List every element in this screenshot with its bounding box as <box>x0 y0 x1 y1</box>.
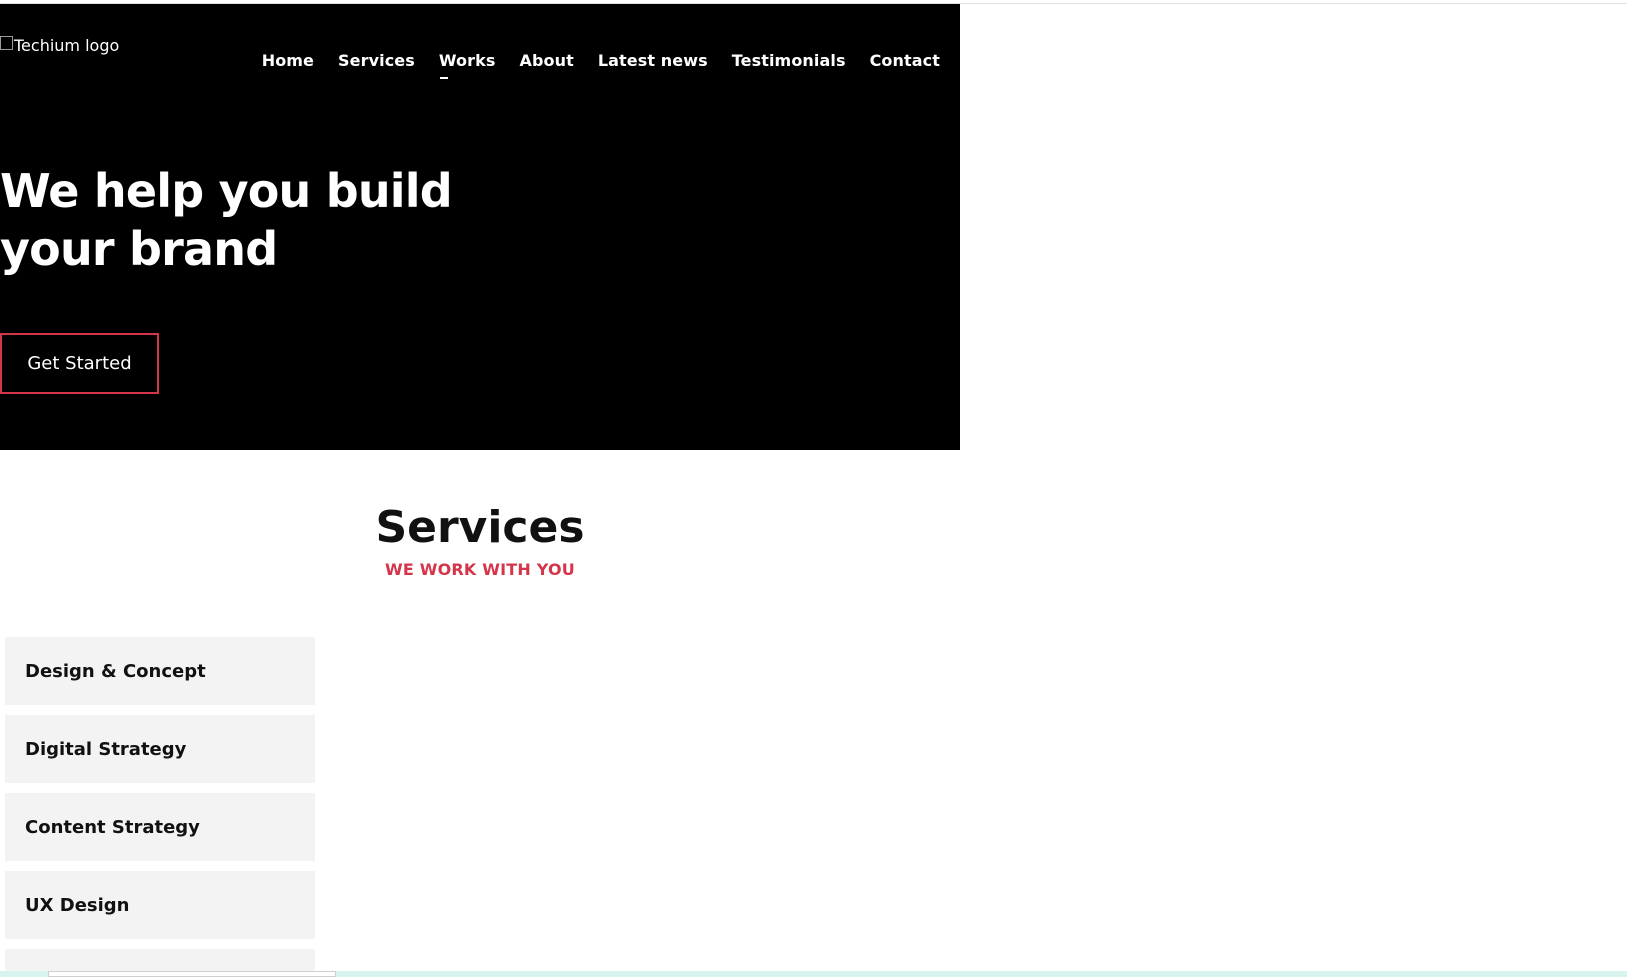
nav-item-home[interactable]: Home <box>262 51 314 70</box>
get-started-button[interactable]: Get Started <box>0 333 159 394</box>
nav-item-works[interactable]: Works <box>439 51 496 79</box>
broken-image-icon <box>0 35 13 50</box>
services-title: Services <box>375 502 585 553</box>
main-nav: Home Services Works About Latest news Te… <box>238 51 940 79</box>
nav-item-latest-news[interactable]: Latest news <box>598 51 708 70</box>
nav-item-services[interactable]: Services <box>338 51 415 70</box>
logo-alt-text: Techium logo <box>14 36 120 55</box>
nav-item-contact[interactable]: Contact <box>870 51 940 70</box>
service-item-content-strategy[interactable]: Content Strategy <box>5 793 315 861</box>
service-list: Design & Concept Digital Strategy Conten… <box>5 637 315 977</box>
hero-section: Techium logo Home Services Works About L… <box>0 4 960 450</box>
hero-title: We help you build your brand <box>0 164 453 276</box>
nav-item-testimonials[interactable]: Testimonials <box>732 51 846 70</box>
service-item-design-concept[interactable]: Design & Concept <box>5 637 315 705</box>
services-subtitle: WE WORK WITH YOU <box>385 560 575 579</box>
site-logo[interactable]: Techium logo <box>0 35 120 55</box>
nav-item-about[interactable]: About <box>519 51 573 70</box>
service-item-digital-strategy[interactable]: Digital Strategy <box>5 715 315 783</box>
service-item-ux-design[interactable]: UX Design <box>5 871 315 939</box>
bottom-bar-segment <box>48 971 336 977</box>
bottom-bar <box>0 971 1627 977</box>
